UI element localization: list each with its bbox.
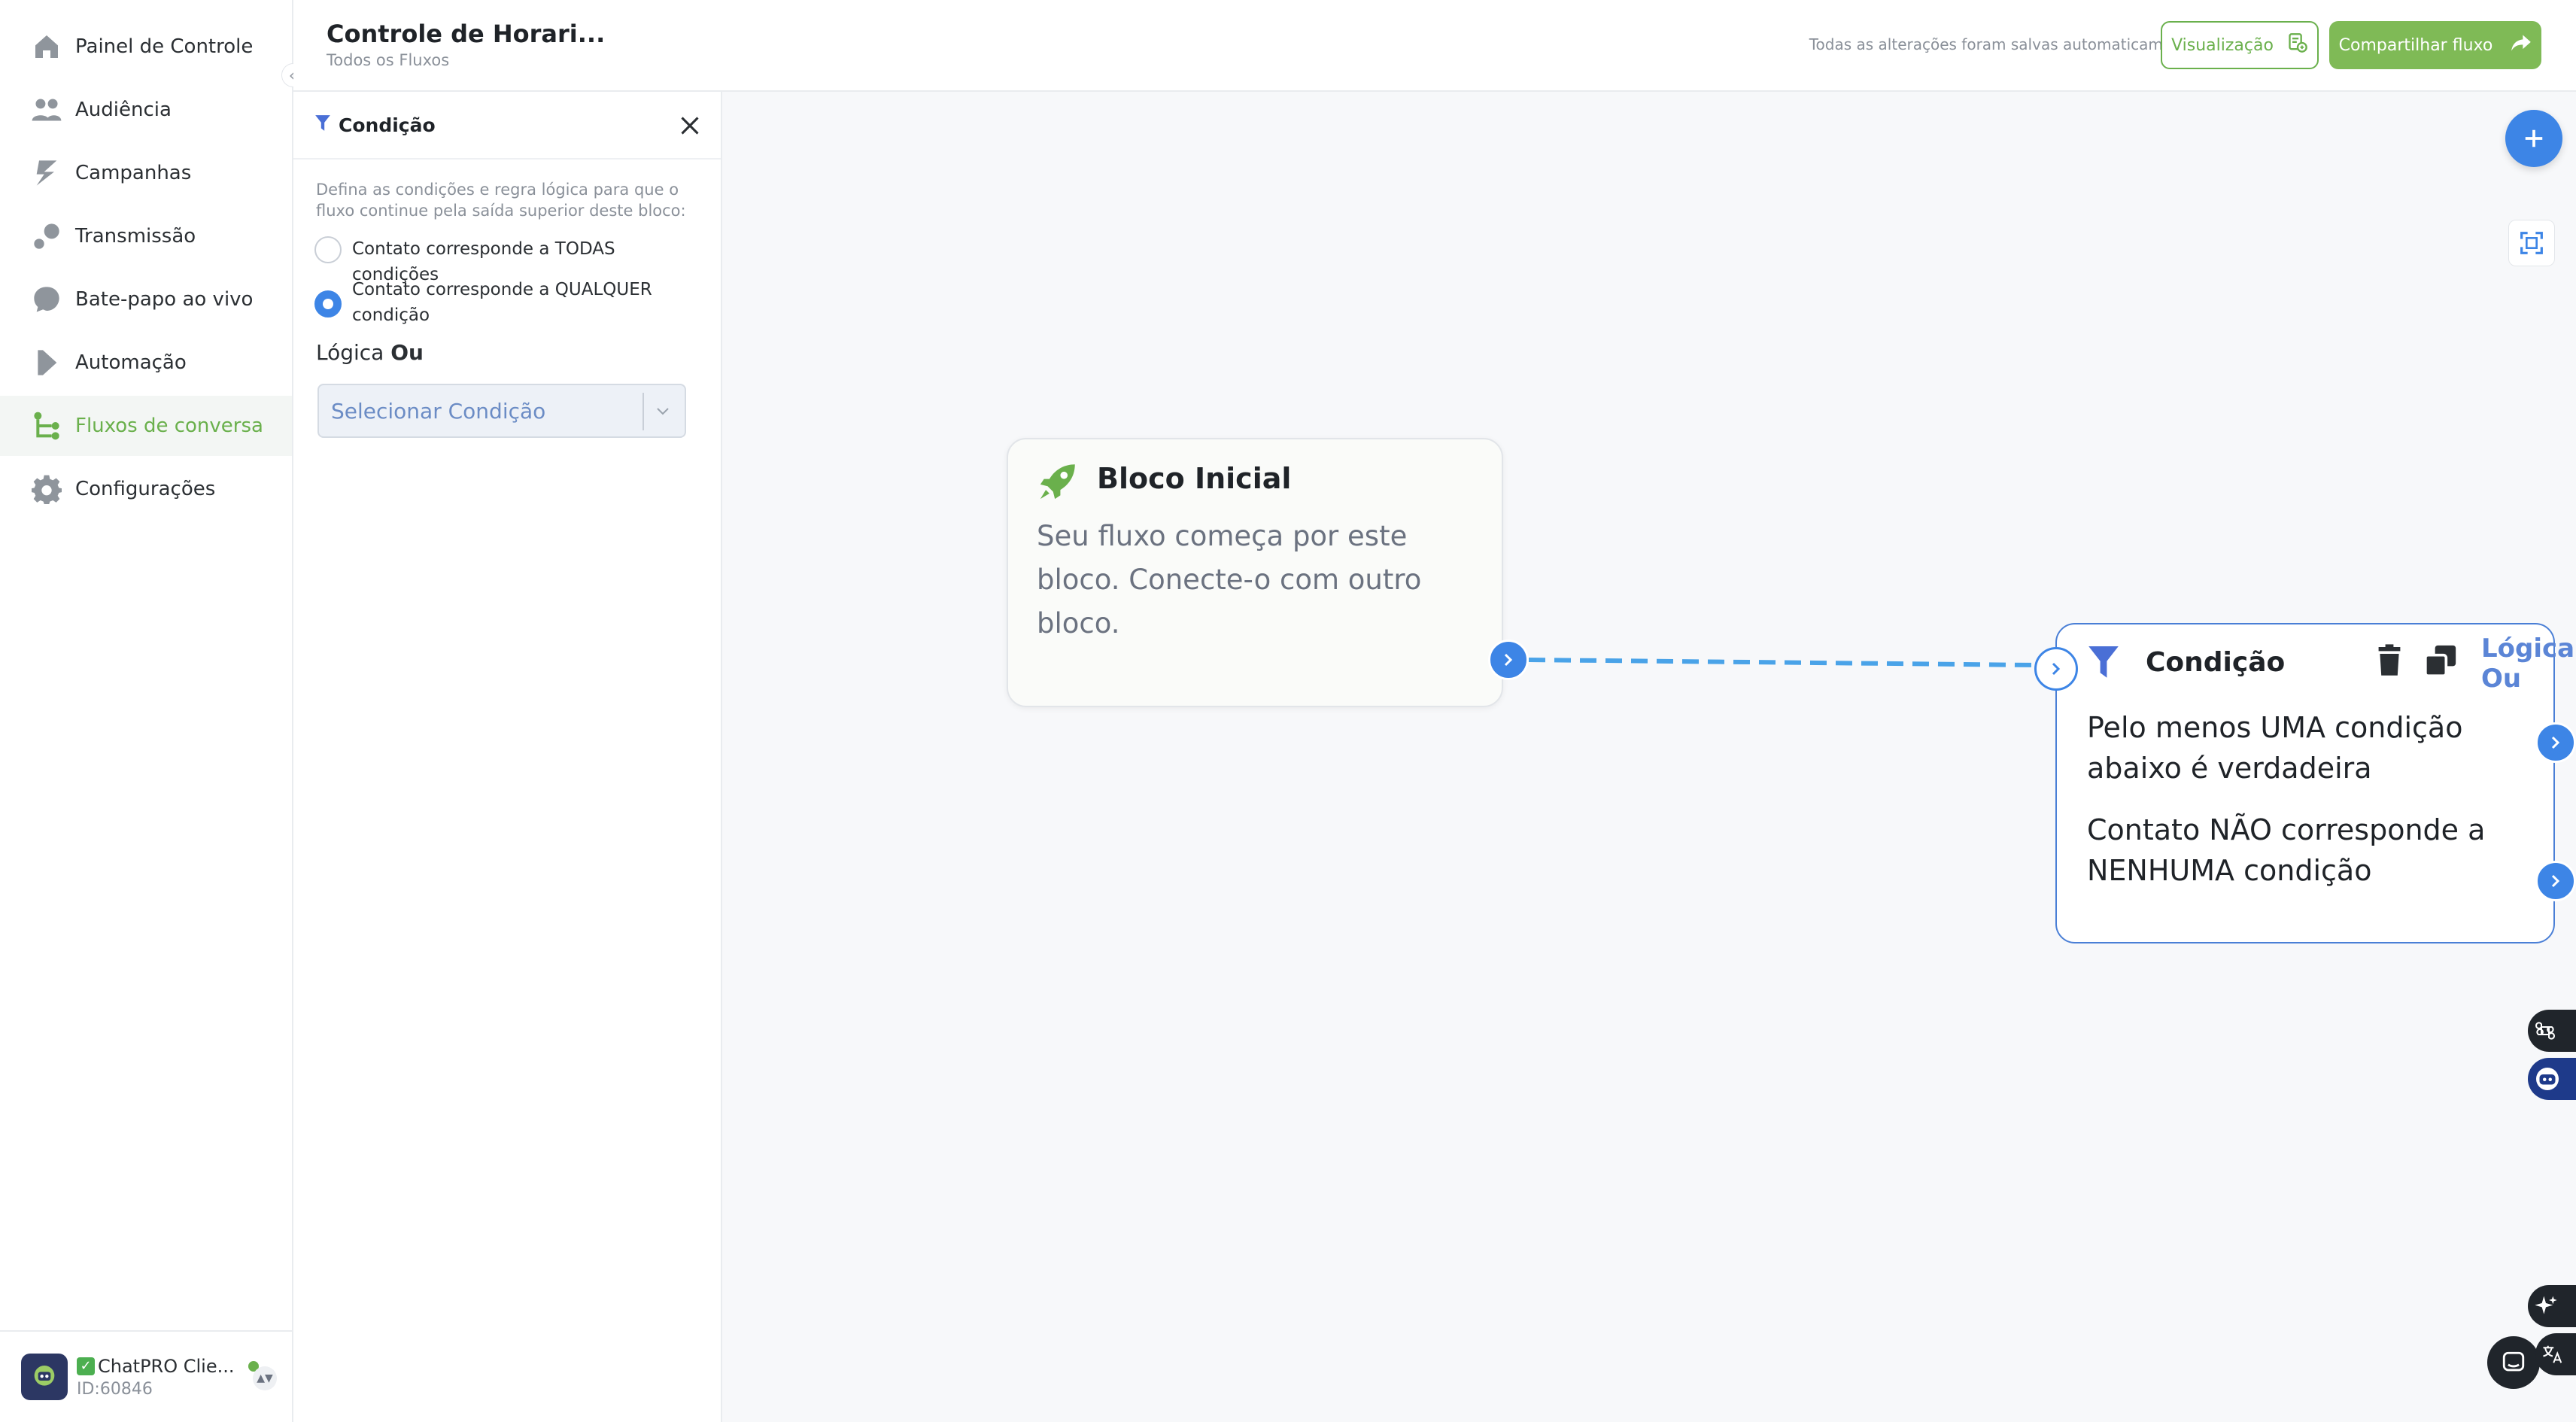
panel-title: Condição (339, 114, 436, 136)
preview-label: Visualização (2171, 35, 2274, 55)
condition-true-output-port[interactable] (2535, 722, 2576, 763)
radio-button[interactable] (314, 236, 342, 263)
select-placeholder: Selecionar Condição (331, 398, 546, 424)
logic-value: Ou (390, 340, 424, 365)
radio-any-condition[interactable]: Contato corresponde a QUALQUER condição (314, 277, 706, 328)
condition-false-output-port[interactable] (2535, 861, 2576, 901)
chevron-right-icon (2052, 662, 2061, 676)
users-icon (30, 93, 63, 126)
select-divider (642, 393, 644, 430)
translate-button[interactable] (2535, 1333, 2576, 1375)
nav-item-label: Campanhas (75, 162, 192, 184)
start-block-title: Bloco Inicial (1097, 462, 1292, 495)
fit-view-button[interactable] (2508, 220, 2555, 266)
condition-panel: Condição Defina as condições e regra lóg… (293, 92, 722, 1422)
panel-description: Defina as condições e regra lógica para … (316, 181, 686, 220)
support-chat-button[interactable] (2487, 1336, 2540, 1389)
nav-item-conversation-flows[interactable]: Fluxos de conversa (0, 396, 292, 456)
nav-item-label: Automação (75, 351, 187, 374)
top-header: Controle de Horari... Todos os Fluxos To… (293, 0, 2576, 92)
account-switcher[interactable]: ✓ ChatPRO Clie... ID:60846 ▲▼ (0, 1330, 292, 1422)
condition-false-label: Contato NÃO corresponde a NENHUMA condiç… (2087, 813, 2486, 887)
funnel-icon (314, 114, 331, 135)
chat-bubble-icon (30, 283, 63, 316)
sparkle-icon (2535, 1296, 2557, 1314)
condition-block-title: Condição (2146, 647, 2286, 678)
account-avatar (21, 1354, 68, 1400)
condition-true-label: Pelo menos UMA condição abaixo é verdade… (2087, 711, 2463, 785)
chevron-right-icon (2551, 874, 2560, 888)
nav-item-campaigns[interactable]: Campanhas (0, 143, 292, 203)
radio-button-checked[interactable] (314, 290, 342, 318)
verified-check-icon: ✓ (77, 1357, 95, 1375)
nav-item-label: Configurações (75, 478, 216, 500)
command-shortcut-button[interactable] (2528, 1010, 2576, 1052)
preview-button[interactable]: Visualização (2161, 21, 2319, 69)
autosave-status: Todas as alterações foram salvas automat… (1809, 35, 2197, 53)
chevron-right-icon (1504, 653, 1513, 667)
account-id: ID:60846 (77, 1379, 153, 1399)
add-block-button[interactable] (2505, 110, 2562, 167)
translate-icon (2543, 1345, 2562, 1363)
home-icon (30, 30, 63, 63)
condition-select[interactable]: Selecionar Condição (317, 384, 686, 438)
start-block-body: Seu fluxo começa por este bloco. Conecte… (1037, 520, 1422, 640)
expand-icon (2520, 232, 2543, 254)
nav-item-label: Transmissão (75, 225, 196, 248)
rocket-icon (1037, 459, 1080, 503)
share-flow-button[interactable]: Compartilhar fluxo (2329, 21, 2541, 69)
nav-item-dashboard[interactable]: Painel de Controle (0, 17, 292, 77)
campaign-icon (30, 156, 63, 190)
preview-icon (2287, 32, 2308, 58)
account-name: ChatPRO Clie... (98, 1355, 235, 1377)
nav-item-audience[interactable]: Audiência (0, 80, 292, 140)
breadcrumb-all-flows[interactable]: Todos os Fluxos (327, 51, 449, 69)
assistant-bot-button[interactable] (2528, 1058, 2576, 1100)
trash-icon[interactable] (2376, 644, 2409, 683)
nav-item-label: Bate-papo ao vivo (75, 288, 254, 311)
start-block-output-port[interactable] (1488, 640, 1529, 680)
share-label: Compartilhar fluxo (2338, 35, 2493, 55)
chevron-updown-icon[interactable]: ▲▼ (253, 1366, 277, 1390)
nav-item-label: Painel de Controle (75, 35, 254, 58)
sidebar-nav: Painel de Controle Audiência Campanhas T… (0, 0, 293, 1422)
radio-label: Contato corresponde a QUALQUER condição (352, 280, 652, 325)
broadcast-icon (30, 220, 63, 253)
nav-item-automation[interactable]: Automação (0, 333, 292, 393)
automation-icon (30, 346, 63, 379)
bot-icon (2536, 1068, 2559, 1090)
chat-icon (2502, 1351, 2525, 1372)
panel-header: Condição (293, 92, 721, 160)
funnel-icon (2087, 644, 2126, 683)
nav-item-label: Audiência (75, 99, 172, 121)
share-arrow-icon (2511, 33, 2532, 57)
nav-item-live-chat[interactable]: Bate-papo ao vivo (0, 269, 292, 330)
close-icon[interactable] (676, 111, 704, 140)
condition-block[interactable]: Condição Lógica Ou Pelo menos UMA condiç… (2055, 623, 2574, 943)
command-icon (2535, 1022, 2555, 1040)
flow-canvas[interactable]: Bloco Inicial Seu fluxo começa por este … (722, 92, 2576, 1422)
nav-item-broadcast[interactable]: Transmissão (0, 206, 292, 266)
chevron-right-icon (2551, 736, 2560, 749)
flow-icon (30, 409, 63, 442)
gear-icon (30, 472, 63, 506)
logic-summary: Lógica Ou (316, 340, 424, 365)
condition-block-input-port[interactable] (2034, 647, 2078, 691)
flow-title[interactable]: Controle de Horari... (327, 20, 605, 48)
nav-item-settings[interactable]: Configurações (0, 459, 292, 519)
ai-sparkle-button[interactable] (2528, 1285, 2576, 1327)
chevron-down-icon[interactable] (653, 402, 673, 421)
nav-item-label: Fluxos de conversa (75, 415, 263, 437)
start-block[interactable]: Bloco Inicial Seu fluxo começa por este … (1007, 438, 1503, 707)
duplicate-icon[interactable] (2424, 644, 2462, 683)
logic-label: Lógica (316, 340, 384, 365)
logic-badge: Lógica Ou (2481, 634, 2575, 694)
